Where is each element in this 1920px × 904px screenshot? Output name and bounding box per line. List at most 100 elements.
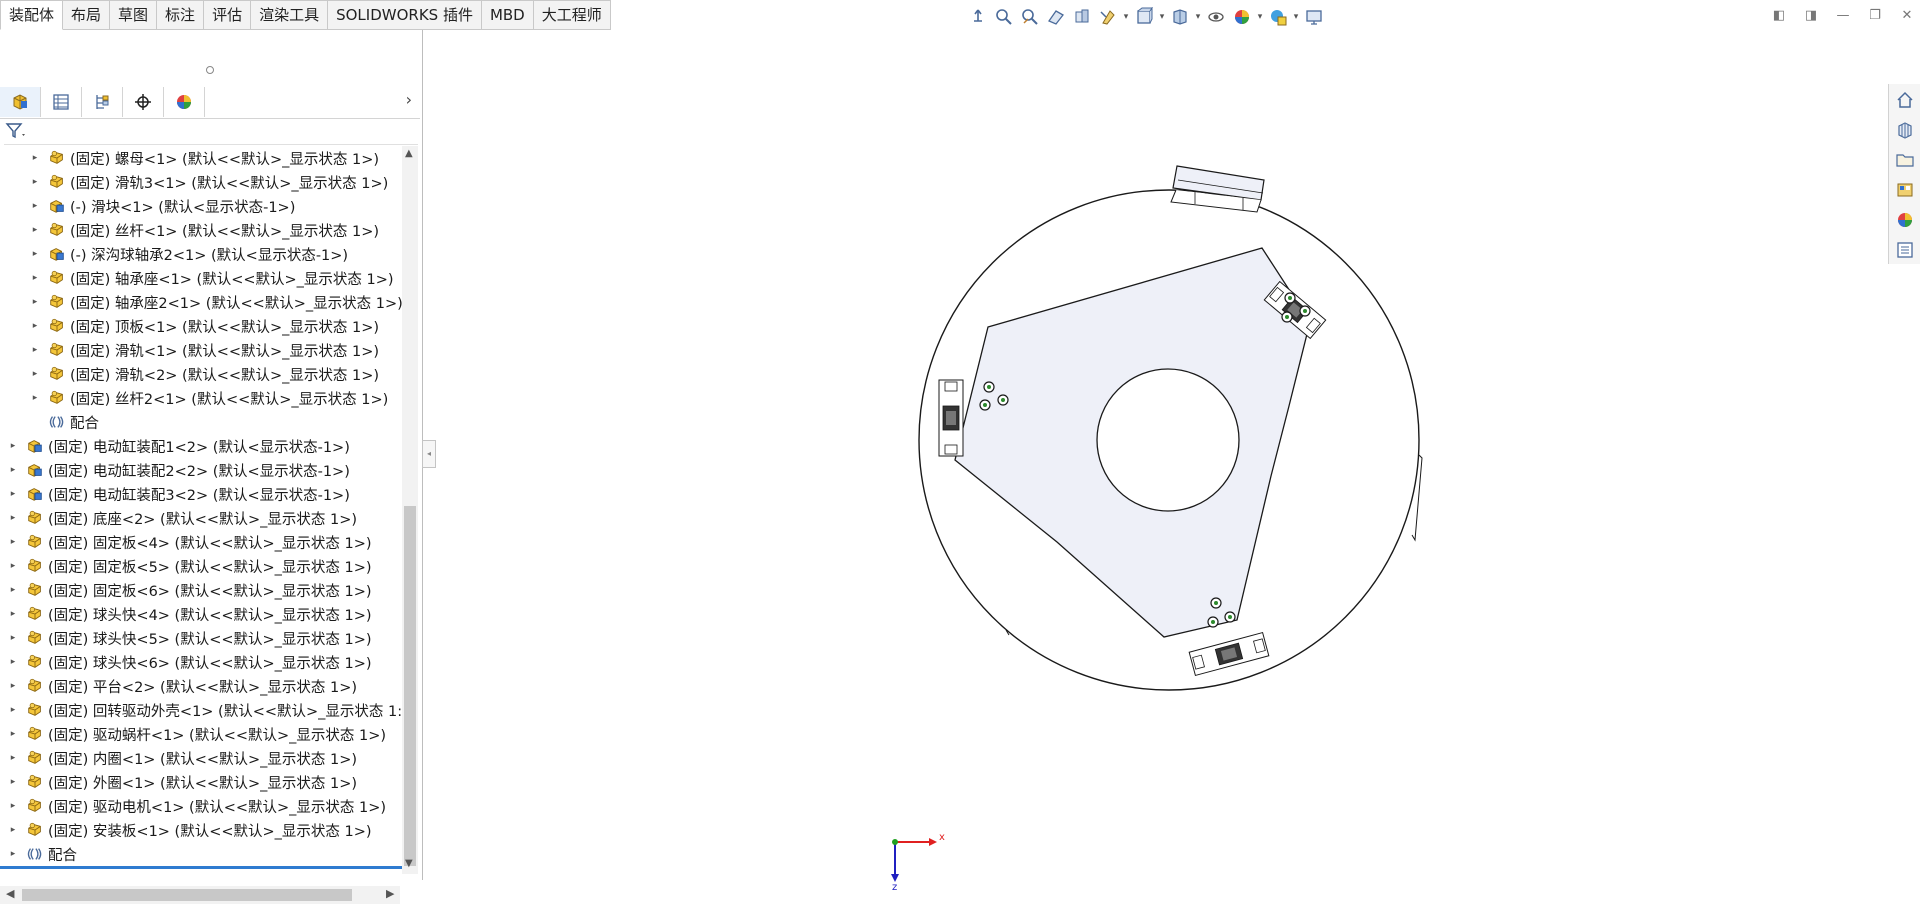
tree-item-component[interactable]: ▸ (固定) 顶板<1> (默认<<默认>_显示状态 1>) bbox=[0, 314, 402, 338]
expand-arrow-icon[interactable]: ▸ bbox=[8, 681, 18, 691]
solidworks-resources-icon[interactable] bbox=[1891, 86, 1919, 114]
tree-item-component[interactable]: ▸ (固定) 内圈<1> (默认<<默认>_显示状态 1>) bbox=[0, 746, 402, 770]
expand-arrow-icon[interactable]: ▸ bbox=[8, 849, 18, 859]
minimize-icon[interactable]: — bbox=[1830, 4, 1856, 26]
tile-right-icon[interactable]: ◨ bbox=[1798, 4, 1824, 26]
command-tab[interactable]: SOLIDWORKS 插件 bbox=[328, 0, 482, 30]
view-orientation-icon[interactable] bbox=[1096, 5, 1120, 29]
expand-arrow-icon[interactable]: ▸ bbox=[8, 825, 18, 835]
expand-arrow-icon[interactable]: ▸ bbox=[8, 753, 18, 763]
tree-item-component[interactable]: ▸ (固定) 固定板<5> (默认<<默认>_显示状态 1>) bbox=[0, 554, 402, 578]
view-settings-icon[interactable] bbox=[1266, 5, 1290, 29]
feature-manager-tab[interactable] bbox=[0, 87, 41, 117]
edit-appearance-icon[interactable] bbox=[1204, 5, 1228, 29]
expand-arrow-icon[interactable]: ▸ bbox=[30, 393, 40, 403]
view-palette-icon[interactable] bbox=[1891, 176, 1919, 204]
scroll-up-icon[interactable]: ▲ bbox=[405, 148, 413, 159]
tree-item-component[interactable]: ▸ (固定) 驱动蜗杆<1> (默认<<默认>_显示状态 1>) bbox=[0, 722, 402, 746]
graphics-area[interactable]: x z bbox=[423, 30, 1888, 890]
display-manager-tab[interactable] bbox=[164, 87, 205, 117]
dimxpert-manager-tab[interactable] bbox=[123, 87, 164, 117]
command-tab[interactable]: 装配体 bbox=[0, 0, 64, 30]
design-library-icon[interactable] bbox=[1891, 116, 1919, 144]
tree-item-component[interactable]: ▸ (固定) 回转驱动外壳<1> (默认<<默认>_显示状态 1: bbox=[0, 698, 402, 722]
expand-arrow-icon[interactable]: ▸ bbox=[8, 801, 18, 811]
tree-item-component[interactable]: ▸ (固定) 固定板<6> (默认<<默认>_显示状态 1>) bbox=[0, 578, 402, 602]
tree-horizontal-scrollbar[interactable]: ◀ ▶ bbox=[0, 886, 400, 904]
expand-arrow-icon[interactable]: ▸ bbox=[30, 153, 40, 163]
tree-item-component[interactable]: ▸ (固定) 滑轨3<1> (默认<<默认>_显示状态 1>) bbox=[0, 170, 402, 194]
dropdown-arrow-icon[interactable]: ▾ bbox=[1158, 12, 1166, 22]
panel-collapse-handle[interactable] bbox=[206, 66, 214, 74]
expand-arrow-icon[interactable]: ▸ bbox=[8, 441, 18, 451]
tree-item-component[interactable]: ▸ (固定) 轴承座<1> (默认<<默认>_显示状态 1>) bbox=[0, 266, 402, 290]
tree-vertical-scrollbar[interactable]: ▲ ▼ bbox=[402, 146, 418, 874]
scroll-left-icon[interactable]: ◀ bbox=[6, 887, 14, 900]
expand-arrow-icon[interactable]: ▸ bbox=[8, 705, 18, 715]
tree-item-component[interactable]: ▸ (固定) 轴承座2<1> (默认<<默认>_显示状态 1>) bbox=[0, 290, 402, 314]
tree-item-mates[interactable]: ▸ 配合 bbox=[0, 842, 402, 866]
expand-arrow-icon[interactable]: ▸ bbox=[8, 729, 18, 739]
expand-arrow-icon[interactable]: ▸ bbox=[8, 513, 18, 523]
property-manager-tab[interactable] bbox=[41, 87, 82, 117]
expand-arrow-icon[interactable]: ▸ bbox=[8, 465, 18, 475]
expand-arrow-icon[interactable]: ▸ bbox=[30, 177, 40, 187]
vertical-scroll-thumb[interactable] bbox=[404, 506, 416, 866]
horizontal-scroll-thumb[interactable] bbox=[22, 889, 352, 901]
tree-item-component[interactable]: ▸ (固定) 丝杆<1> (默认<<默认>_显示状态 1>) bbox=[0, 218, 402, 242]
command-tab[interactable]: 草图 bbox=[110, 0, 158, 30]
scroll-down-icon[interactable]: ▼ bbox=[405, 858, 413, 869]
expand-arrow-icon[interactable]: ▸ bbox=[30, 297, 40, 307]
dropdown-arrow-icon[interactable]: ▾ bbox=[1292, 12, 1300, 22]
tree-item-component[interactable]: ▸ (固定) 球头快<5> (默认<<默认>_显示状态 1>) bbox=[0, 626, 402, 650]
apply-scene-icon[interactable] bbox=[1230, 5, 1254, 29]
expand-arrow-icon[interactable]: ▸ bbox=[30, 369, 40, 379]
tree-item-component[interactable]: ▸ (固定) 底座<2> (默认<<默认>_显示状态 1>) bbox=[0, 506, 402, 530]
tree-rollback-bar[interactable] bbox=[0, 866, 402, 869]
command-tab[interactable]: 标注 bbox=[157, 0, 205, 30]
expand-arrow-icon[interactable]: ▸ bbox=[8, 561, 18, 571]
dynamic-annotation-icon[interactable] bbox=[1070, 5, 1094, 29]
expand-arrow-icon[interactable]: ▸ bbox=[30, 225, 40, 235]
command-tab[interactable]: 大工程师 bbox=[533, 0, 611, 30]
expand-arrow-icon[interactable]: ▸ bbox=[8, 585, 18, 595]
tree-item-component[interactable]: ▸ (固定) 固定板<4> (默认<<默认>_显示状态 1>) bbox=[0, 530, 402, 554]
display-style-icon[interactable] bbox=[1132, 5, 1156, 29]
tree-item-component[interactable]: ▸ (固定) 平台<2> (默认<<默认>_显示状态 1>) bbox=[0, 674, 402, 698]
appearances-scenes-icon[interactable] bbox=[1891, 206, 1919, 234]
dropdown-arrow-icon[interactable]: ▾ bbox=[1122, 12, 1130, 22]
file-explorer-icon[interactable] bbox=[1891, 146, 1919, 174]
tile-left-icon[interactable]: ◧ bbox=[1766, 4, 1792, 26]
expand-arrow-icon[interactable]: ▸ bbox=[8, 537, 18, 547]
filter-icon[interactable] bbox=[4, 121, 28, 141]
tree-item-component[interactable]: ▸ (-) 滑块<1> (默认<显示状态-1>) bbox=[0, 194, 402, 218]
zoom-to-area-icon[interactable] bbox=[992, 5, 1016, 29]
tree-item-component[interactable]: ▸ (固定) 螺母<1> (默认<<默认>_显示状态 1>) bbox=[0, 146, 402, 170]
tree-item-component[interactable]: ▸ (固定) 安装板<1> (默认<<默认>_显示状态 1>) bbox=[0, 818, 402, 842]
expand-arrow-icon[interactable]: ▸ bbox=[30, 249, 40, 259]
restore-icon[interactable]: ❐ bbox=[1862, 4, 1888, 26]
close-icon[interactable]: ✕ bbox=[1894, 4, 1920, 26]
expand-arrow-icon[interactable]: ▸ bbox=[8, 657, 18, 667]
hide-show-items-icon[interactable] bbox=[1168, 5, 1192, 29]
expand-arrow-icon[interactable]: ▸ bbox=[8, 633, 18, 643]
zoom-to-fit-icon[interactable] bbox=[966, 5, 990, 29]
expand-arrow-icon[interactable]: ▸ bbox=[8, 489, 18, 499]
tree-item-component[interactable]: ▸ (固定) 滑轨<1> (默认<<默认>_显示状态 1>) bbox=[0, 338, 402, 362]
section-view-icon[interactable] bbox=[1044, 5, 1068, 29]
dropdown-arrow-icon[interactable]: ▾ bbox=[1194, 12, 1202, 22]
expand-arrow-icon[interactable]: ▸ bbox=[30, 321, 40, 331]
command-tab[interactable]: 渲染工具 bbox=[251, 0, 329, 30]
tree-item-component[interactable]: ▸ (固定) 驱动电机<1> (默认<<默认>_显示状态 1>) bbox=[0, 794, 402, 818]
command-tab[interactable]: MBD bbox=[481, 0, 534, 30]
configuration-manager-tab[interactable] bbox=[82, 87, 123, 117]
expand-arrow-icon[interactable]: ▸ bbox=[8, 609, 18, 619]
tree-item-component[interactable]: ▸ (固定) 球头快<4> (默认<<默认>_显示状态 1>) bbox=[0, 602, 402, 626]
previous-view-icon[interactable] bbox=[1018, 5, 1042, 29]
tree-item-component[interactable]: ▸ (固定) 电动缸装配3<2> (默认<显示状态-1>) bbox=[0, 482, 402, 506]
expand-arrow-icon[interactable]: ▸ bbox=[8, 777, 18, 787]
custom-properties-icon[interactable] bbox=[1891, 236, 1919, 264]
tree-item-component[interactable]: ▸ (固定) 电动缸装配2<2> (默认<显示状态-1>) bbox=[0, 458, 402, 482]
tree-item-component[interactable]: ▸ (固定) 丝杆2<1> (默认<<默认>_显示状态 1>) bbox=[0, 386, 402, 410]
tree-item-component[interactable]: ▸ (固定) 电动缸装配1<2> (默认<显示状态-1>) bbox=[0, 434, 402, 458]
